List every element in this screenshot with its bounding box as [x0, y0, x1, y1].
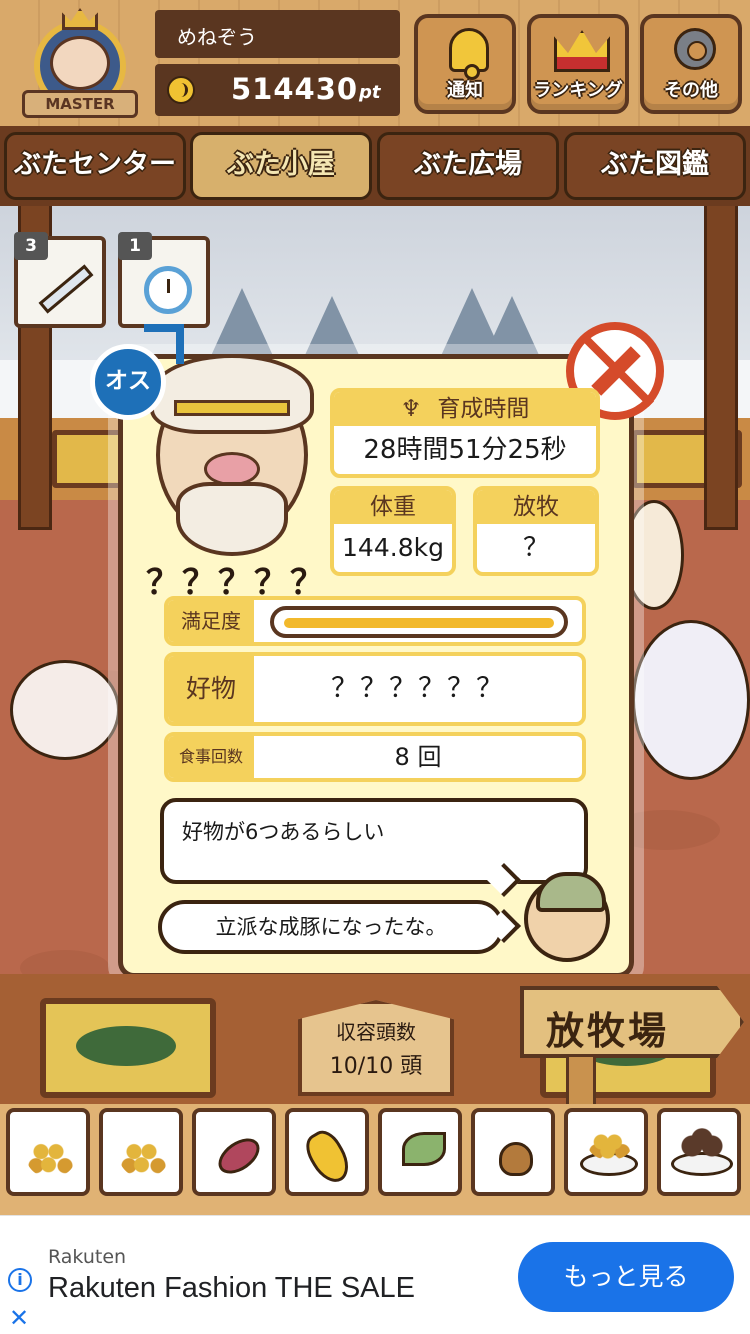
- satisfaction-row: 満足度: [164, 596, 586, 646]
- sweet-potato-icon: [212, 1131, 266, 1181]
- raising-time-box: ♆ 育成時間 28時間51分25秒: [330, 388, 600, 478]
- mixed-grain-icon: [119, 1134, 169, 1178]
- food-slot-corn[interactable]: [285, 1108, 369, 1196]
- pasture-sign-button[interactable]: 放牧場: [520, 986, 744, 1058]
- satisfaction-label: 満足度: [168, 600, 254, 642]
- food-slot-sweet-potato[interactable]: [192, 1108, 276, 1196]
- capacity-sign: 収容頭数 10/10 頭: [298, 1000, 454, 1096]
- weight-box: 体重 144.8kg: [330, 486, 456, 576]
- food-slot-mixed-grain[interactable]: [99, 1108, 183, 1196]
- points-value: 514430: [231, 72, 359, 106]
- syringe-item[interactable]: 3: [14, 232, 106, 328]
- pig-face-icon: [50, 36, 110, 90]
- ad-cta-button[interactable]: もっと見る: [518, 1242, 734, 1312]
- tab-buta-hiroba[interactable]: ぶた広場: [377, 132, 559, 200]
- sign-post: [566, 1054, 596, 1110]
- favorite-value: ？？？？？？: [331, 673, 505, 704]
- food-slot-dumpling[interactable]: [657, 1108, 741, 1196]
- food-bar: [0, 1104, 750, 1215]
- tab-buta-goya[interactable]: ぶた小屋: [190, 132, 372, 200]
- stopwatch-icon: [144, 266, 192, 314]
- ad-brand: Rakuten: [48, 1246, 127, 1268]
- main-tabs: ぶたセンター ぶた小屋 ぶた広場 ぶた図鑑: [0, 126, 750, 206]
- farmer-text: 立派な成豚になったな。: [215, 915, 447, 939]
- pasture-sign-label: 放牧場: [546, 1009, 670, 1053]
- farmer-bubble: 立派な成豚になったな。: [158, 900, 504, 954]
- gear-icon: [674, 28, 716, 70]
- points-unit: pt: [359, 82, 381, 103]
- notification-label: 通知: [447, 80, 483, 101]
- grazing-value: ？: [522, 533, 549, 563]
- unicorn-pig: [632, 620, 750, 780]
- item-count: 3: [14, 232, 48, 260]
- tab-buta-zukan[interactable]: ぶた図鑑: [564, 132, 746, 200]
- hint-bubble: 好物が6つあるらしい: [160, 798, 588, 884]
- acorn-icon: [499, 1142, 533, 1176]
- greens-icon: [402, 1132, 446, 1166]
- badge-label: MASTER: [22, 90, 138, 118]
- top-header: MASTER めねぞう 514430 pt 通知 ランキング その他: [0, 0, 750, 128]
- settings-label: その他: [664, 80, 718, 101]
- food-slot-grain[interactable]: [6, 1108, 90, 1196]
- dumpling-icon: [677, 1128, 727, 1164]
- corn-icon: [299, 1125, 357, 1189]
- weight-value: 144.8kg: [342, 533, 444, 562]
- meals-label: 食事回数: [168, 736, 254, 778]
- grazing-box: 放牧 ？: [473, 486, 599, 576]
- settings-button[interactable]: その他: [640, 14, 742, 114]
- tab-buta-center[interactable]: ぶたセンター: [4, 132, 186, 200]
- wood-post: [704, 200, 738, 530]
- crown-icon: [554, 30, 610, 72]
- capacity-value: 10/10 頭: [329, 1054, 423, 1079]
- meals-row: 食事回数 8 回: [164, 732, 586, 782]
- sapling-icon: ♆: [400, 396, 422, 422]
- info-icon[interactable]: i: [8, 1268, 32, 1292]
- hint-text: 好物が6つあるらしい: [182, 820, 385, 844]
- meals-value: 8 回: [394, 743, 442, 771]
- raising-time-label: ♆ 育成時間: [334, 392, 596, 426]
- male-icon: オス: [88, 318, 192, 422]
- favorite-row: 好物 ？？？？？？: [164, 652, 586, 726]
- notification-button[interactable]: 通知: [414, 14, 516, 114]
- food-slot-greens[interactable]: [378, 1108, 462, 1196]
- grazing-label: 放牧: [477, 490, 595, 524]
- username: めねぞう: [177, 25, 257, 49]
- username-box: めねぞう: [155, 10, 400, 58]
- ad-banner[interactable]: i ✕ Rakuten Rakuten Fashion THE SALE もっと…: [0, 1215, 750, 1334]
- farmer-avatar: [524, 872, 610, 962]
- master-badge[interactable]: MASTER: [14, 6, 146, 120]
- syringe-icon: [38, 264, 94, 314]
- food-slot-acorn[interactable]: [471, 1108, 555, 1196]
- weight-label: 体重: [334, 490, 452, 524]
- background-pig: [10, 660, 120, 760]
- pine-panel: [40, 998, 216, 1098]
- ranking-button[interactable]: ランキング: [527, 14, 629, 114]
- close-icon[interactable]: ✕: [9, 1306, 29, 1330]
- bell-icon: [449, 28, 489, 80]
- gender-label: オス: [90, 344, 166, 420]
- satisfaction-bar: [270, 606, 568, 638]
- item-count: 1: [118, 232, 152, 260]
- food-slot-plate-grain[interactable]: [564, 1108, 648, 1196]
- crown-icon: [62, 8, 98, 30]
- stopwatch-item[interactable]: 1: [118, 232, 210, 328]
- favorite-label: 好物: [168, 656, 254, 722]
- capacity-label: 収容頭数: [336, 1020, 416, 1044]
- points-box: 514430 pt: [155, 64, 400, 116]
- ranking-label: ランキング: [533, 80, 623, 101]
- satisfaction-fill: [284, 618, 554, 628]
- ad-title[interactable]: Rakuten Fashion THE SALE: [48, 1272, 415, 1305]
- coin-icon: [167, 76, 195, 104]
- raising-time-value: 28時間51分25秒: [363, 435, 567, 465]
- grain-icon: [26, 1134, 76, 1178]
